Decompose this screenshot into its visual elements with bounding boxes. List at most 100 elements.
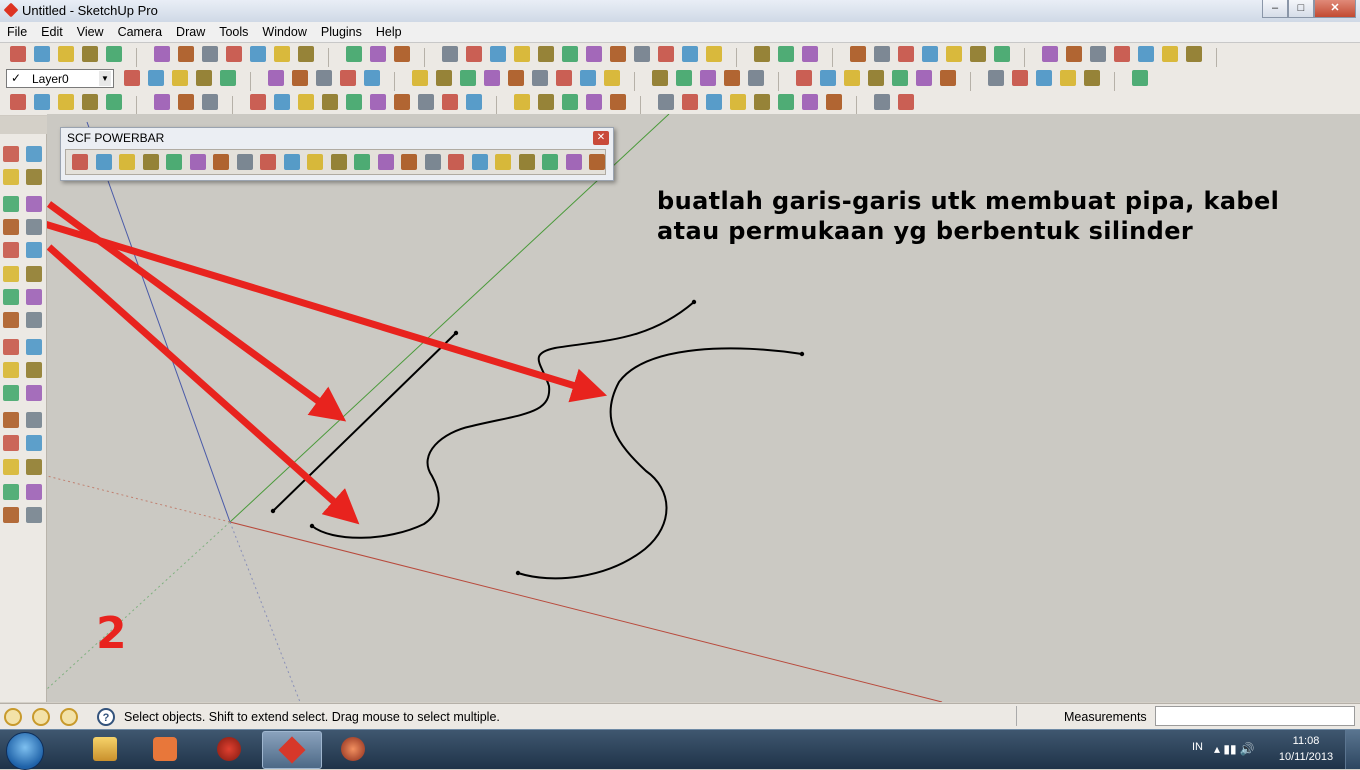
toolbar-tool-icon[interactable] [580, 70, 596, 86]
toolbar-tool-icon[interactable] [346, 94, 362, 110]
toolbar-tool-icon[interactable] [298, 46, 314, 62]
toolbar-tool-icon[interactable] [586, 46, 602, 62]
powerbar-tool-icon[interactable] [189, 154, 206, 170]
toolbar-tool-icon[interactable] [940, 70, 956, 86]
toolbar-tool-icon[interactable] [196, 70, 212, 86]
toolbar-tool-icon[interactable] [556, 70, 572, 86]
powerbar-tool-icon[interactable] [119, 154, 135, 170]
toolbar-tool-icon[interactable] [370, 46, 386, 62]
left-tool-icon[interactable] [26, 339, 42, 355]
toolbar-tool-icon[interactable] [778, 46, 794, 62]
toolbar-tool-icon[interactable] [802, 46, 818, 62]
toolbar-tool-icon[interactable] [532, 70, 548, 86]
toolbar-tool-icon[interactable] [724, 70, 740, 86]
left-tool-icon[interactable] [26, 289, 42, 305]
toolbar-tool-icon[interactable] [682, 94, 698, 110]
menu-file[interactable]: File [0, 22, 34, 42]
left-tool-icon[interactable] [26, 507, 42, 523]
powerbar-tool-icon[interactable] [354, 154, 370, 170]
left-tool-icon[interactable] [26, 484, 42, 500]
powerbar-tool-icon[interactable] [401, 154, 417, 170]
toolbar-tool-icon[interactable] [1114, 46, 1130, 62]
show-desktop-button[interactable] [1345, 730, 1360, 769]
toolbar-tool-icon[interactable] [868, 70, 884, 86]
toolbar-tool-icon[interactable] [658, 46, 674, 62]
toolbar-tool-icon[interactable] [274, 46, 290, 62]
toolbar-tool-icon[interactable] [442, 94, 458, 110]
toolbar-tool-icon[interactable] [778, 94, 794, 110]
toolbar-tool-icon[interactable] [994, 46, 1010, 62]
menu-view[interactable]: View [70, 22, 111, 42]
toolbar-tool-icon[interactable] [1090, 46, 1106, 62]
toolbar-tool-icon[interactable] [148, 70, 164, 86]
close-button[interactable]: ✕ [1314, 0, 1356, 18]
toolbar-tool-icon[interactable] [604, 70, 620, 86]
left-tool-icon[interactable] [3, 507, 19, 523]
toolbar-tool-icon[interactable] [586, 94, 602, 110]
toolbar-tool-icon[interactable] [346, 46, 362, 62]
toolbar-tool-icon[interactable] [466, 46, 482, 62]
toolbar-tool-icon[interactable] [682, 46, 698, 62]
toolbar-tool-icon[interactable] [1084, 70, 1100, 86]
clock-time[interactable]: 11:08 [1286, 735, 1326, 747]
toolbar-tool-icon[interactable] [340, 70, 356, 86]
toolbar-tool-icon[interactable] [1132, 70, 1148, 86]
left-tool-icon[interactable] [26, 459, 42, 475]
toolbar-tool-icon[interactable] [844, 70, 860, 86]
toolbar-tool-icon[interactable] [1162, 46, 1178, 62]
taskbar-media-player[interactable] [136, 731, 194, 767]
toolbar-tool-icon[interactable] [508, 70, 524, 86]
left-tool-icon[interactable] [3, 196, 19, 212]
toolbar-tool-icon[interactable] [1036, 70, 1052, 86]
toolbar-tool-icon[interactable] [268, 70, 284, 86]
toolbar-tool-icon[interactable] [706, 46, 722, 62]
start-button[interactable] [6, 732, 44, 770]
left-tool-icon[interactable] [3, 242, 19, 258]
left-tool-icon[interactable] [3, 146, 19, 162]
toolbar-tool-icon[interactable] [748, 70, 764, 86]
left-tool-icon[interactable] [26, 219, 42, 235]
toolbar-tool-icon[interactable] [874, 46, 890, 62]
toolbar-tool-icon[interactable] [82, 46, 98, 62]
user-icon[interactable] [60, 708, 78, 726]
left-tool-icon[interactable] [26, 412, 42, 428]
toolbar-tool-icon[interactable] [796, 70, 812, 86]
powerbar-tool-icon[interactable] [589, 154, 605, 170]
powerbar-tool-icon[interactable] [213, 154, 229, 170]
powerbar-tool-icon[interactable] [166, 154, 182, 170]
menu-draw[interactable]: Draw [169, 22, 212, 42]
toolbar-tool-icon[interactable] [1042, 46, 1058, 62]
toolbar-tool-icon[interactable] [514, 94, 530, 110]
toolbar-tool-icon[interactable] [1060, 70, 1076, 86]
toolbar-tool-icon[interactable] [892, 70, 908, 86]
toolbar-tool-icon[interactable] [1066, 46, 1082, 62]
left-tool-icon[interactable] [3, 484, 19, 500]
left-tool-icon[interactable] [3, 169, 19, 185]
freehand-curve-1[interactable] [311, 301, 695, 539]
left-tool-icon[interactable] [3, 289, 19, 305]
toolbar-tool-icon[interactable] [322, 94, 338, 110]
left-tool-icon[interactable] [3, 362, 19, 378]
chevron-down-icon[interactable]: ▼ [99, 71, 111, 86]
toolbar-tool-icon[interactable] [316, 70, 332, 86]
system-tray-icons[interactable]: ▴ ▮▮ 🔊 [1214, 742, 1255, 756]
scf-powerbar-panel[interactable]: SCF POWERBAR ✕ [60, 127, 614, 181]
toolbar-tool-icon[interactable] [970, 46, 986, 62]
left-tool-icon[interactable] [26, 266, 42, 282]
toolbar-tool-icon[interactable] [610, 94, 626, 110]
help-icon[interactable]: ? [97, 708, 115, 726]
toolbar-tool-icon[interactable] [412, 70, 428, 86]
toolbar-tool-icon[interactable] [460, 70, 476, 86]
toolbar-tool-icon[interactable] [250, 94, 266, 110]
toolbar-tool-icon[interactable] [706, 94, 722, 110]
toolbar-tool-icon[interactable] [124, 70, 140, 86]
left-tool-icon[interactable] [3, 339, 19, 355]
toolbar-tool-icon[interactable] [58, 46, 74, 62]
toolbar-tool-icon[interactable] [250, 46, 266, 62]
menu-window[interactable]: Window [255, 22, 313, 42]
toolbar-tool-icon[interactable] [538, 46, 554, 62]
toolbar-tool-icon[interactable] [562, 94, 578, 110]
left-tool-icon[interactable] [3, 312, 19, 328]
toolbar-tool-icon[interactable] [58, 94, 74, 110]
toolbar-tool-icon[interactable] [922, 46, 938, 62]
